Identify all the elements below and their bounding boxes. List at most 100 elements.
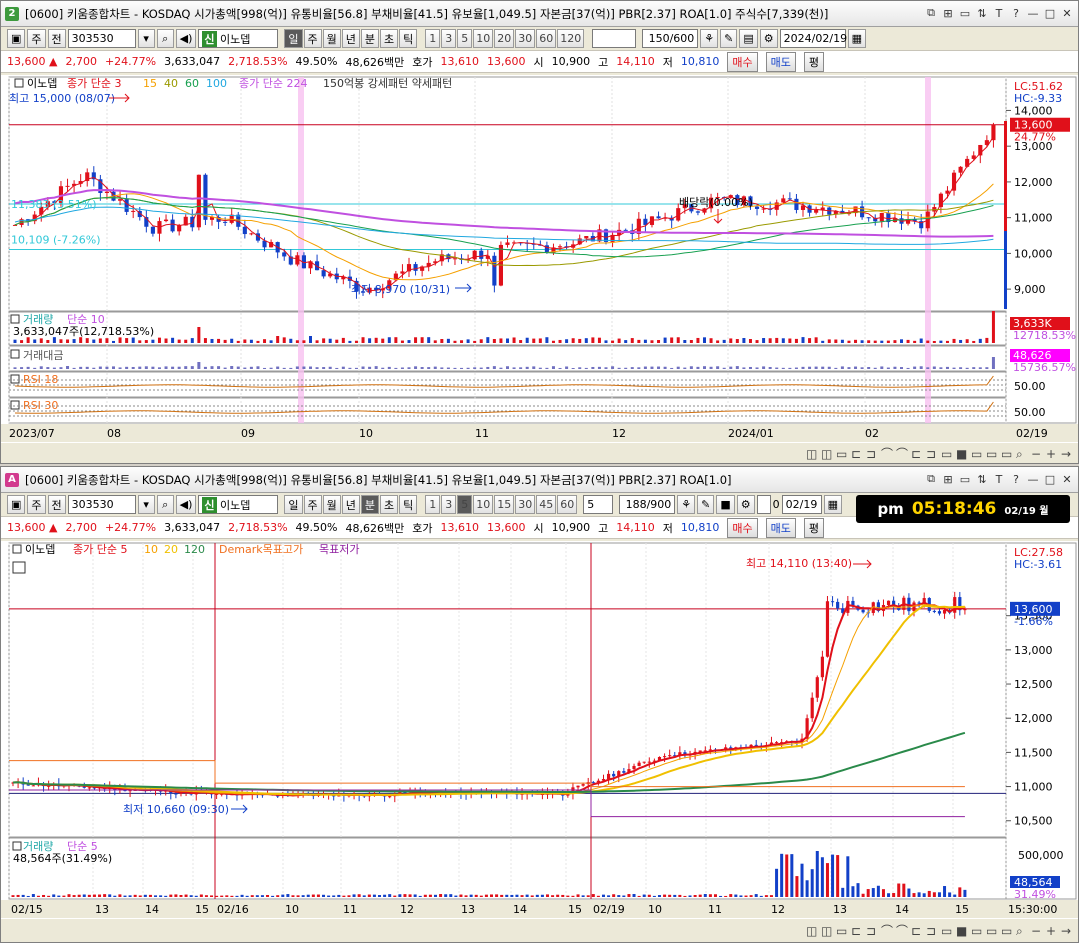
- interval-button-120[interactable]: 120: [557, 29, 585, 48]
- interval-button-3[interactable]: 3: [441, 495, 457, 514]
- text-icon[interactable]: T: [992, 5, 1006, 21]
- bar-count-input[interactable]: 188/900: [619, 495, 676, 514]
- volume-bar: [418, 895, 422, 897]
- period-tab-일[interactable]: 일: [284, 495, 303, 514]
- sound-icon[interactable]: ◀): [175, 495, 197, 514]
- volume-bar: [388, 894, 392, 897]
- amount-bar: [400, 367, 404, 369]
- interval-select[interactable]: 5: [583, 495, 614, 514]
- volume-bar: [291, 895, 295, 897]
- stock-name-field[interactable]: 신 이노뎁: [198, 495, 279, 514]
- code-dropdown-icon[interactable]: ▾: [137, 495, 155, 514]
- text-icon[interactable]: T: [992, 471, 1006, 487]
- help-icon[interactable]: ?: [1009, 471, 1023, 487]
- maximize-icon[interactable]: □: [1043, 471, 1057, 487]
- save-icon[interactable]: ▤: [739, 29, 758, 48]
- candle: [505, 242, 510, 245]
- all-toggle[interactable]: 전: [47, 495, 66, 514]
- interval-button-5[interactable]: 5: [457, 495, 473, 514]
- layout-icon[interactable]: ▣: [7, 495, 26, 514]
- stock-code-input[interactable]: 303530: [67, 495, 136, 514]
- period-main-select[interactable]: 주: [27, 29, 46, 48]
- interval-button-15[interactable]: 15: [494, 495, 515, 514]
- period-tab-주[interactable]: 주: [303, 495, 322, 514]
- period-main-select[interactable]: 주: [27, 495, 46, 514]
- period-tab-주[interactable]: 주: [303, 29, 322, 48]
- interval-button-10[interactable]: 10: [473, 29, 494, 48]
- search-icon[interactable]: ⌕: [156, 29, 174, 48]
- restore-icon[interactable]: ▭: [958, 5, 972, 21]
- buy-button[interactable]: 매수: [727, 51, 758, 72]
- interval-button-45[interactable]: 45: [536, 495, 557, 514]
- settings-icon[interactable]: ⚙: [759, 29, 778, 48]
- bar-count-input[interactable]: 150/600: [642, 29, 699, 48]
- period-tab-년[interactable]: 년: [341, 29, 360, 48]
- average-button[interactable]: 평: [803, 51, 824, 72]
- interval-button-1[interactable]: 1: [425, 495, 441, 514]
- pin-icon[interactable]: ⊞: [941, 5, 955, 21]
- option-checkbox[interactable]: [756, 495, 771, 514]
- amount-bar: [157, 367, 161, 369]
- volume-bar: [26, 337, 30, 343]
- indicator-icon[interactable]: ⚘: [677, 495, 696, 514]
- interval-button-60[interactable]: 60: [557, 495, 578, 514]
- stop-icon[interactable]: ■: [716, 495, 735, 514]
- average-button[interactable]: 평: [803, 517, 824, 538]
- amount-bar: [643, 366, 647, 369]
- volume-bar: [762, 338, 766, 343]
- stock-code-input[interactable]: 303530: [67, 29, 136, 48]
- popout-icon[interactable]: ⧉: [924, 471, 938, 487]
- pin-icon[interactable]: ⊞: [941, 471, 955, 487]
- period-tab-초[interactable]: 초: [380, 495, 399, 514]
- blank-select[interactable]: [592, 29, 637, 48]
- sort-icon[interactable]: ⇅: [975, 5, 989, 21]
- zoom-tool-icon: ⌒: [896, 924, 908, 938]
- all-toggle[interactable]: 전: [47, 29, 66, 48]
- calendar-icon[interactable]: ▦: [847, 29, 867, 48]
- interval-button-30[interactable]: 30: [515, 29, 536, 48]
- period-tab-틱[interactable]: 틱: [399, 495, 418, 514]
- close-icon[interactable]: ✕: [1060, 471, 1074, 487]
- minute-chart-area[interactable]: 13,50013,00012,50012,00011,50011,00010,5…: [1, 541, 1078, 942]
- period-tab-분[interactable]: 분: [360, 495, 380, 514]
- period-tab-월[interactable]: 월: [322, 495, 341, 514]
- sell-button[interactable]: 매도: [765, 517, 796, 538]
- interval-button-60[interactable]: 60: [536, 29, 557, 48]
- maximize-icon[interactable]: □: [1043, 5, 1057, 21]
- code-dropdown-icon[interactable]: ▾: [137, 29, 155, 48]
- popout-icon[interactable]: ⧉: [924, 5, 938, 21]
- sell-button[interactable]: 매도: [765, 51, 796, 72]
- interval-button-1[interactable]: 1: [425, 29, 441, 48]
- settings-icon[interactable]: ⚙: [736, 495, 755, 514]
- minimize-icon[interactable]: —: [1026, 471, 1040, 487]
- period-tab-분[interactable]: 분: [360, 29, 380, 48]
- stock-name-field[interactable]: 신 이노뎁: [198, 29, 279, 48]
- period-tab-일[interactable]: 일: [284, 29, 303, 48]
- volume-bar: [444, 894, 448, 897]
- date-input[interactable]: 2024/02/19: [779, 29, 847, 48]
- period-tab-년[interactable]: 년: [341, 495, 360, 514]
- period-tab-틱[interactable]: 틱: [399, 29, 418, 48]
- close-icon[interactable]: ✕: [1060, 5, 1074, 21]
- date-input[interactable]: 02/19: [781, 495, 822, 514]
- period-tab-월[interactable]: 월: [322, 29, 341, 48]
- interval-button-5[interactable]: 5: [457, 29, 473, 48]
- interval-button-10[interactable]: 10: [473, 495, 494, 514]
- interval-button-20[interactable]: 20: [494, 29, 515, 48]
- sort-icon[interactable]: ⇅: [975, 471, 989, 487]
- sound-icon[interactable]: ◀): [175, 29, 197, 48]
- interval-button-3[interactable]: 3: [441, 29, 457, 48]
- period-tab-초[interactable]: 초: [380, 29, 399, 48]
- layout-icon[interactable]: ▣: [7, 29, 26, 48]
- daily-chart-area[interactable]: 14,00013,00012,00011,00010,0009,000이노뎁 종가…: [1, 75, 1078, 463]
- help-icon[interactable]: ?: [1009, 5, 1023, 21]
- calendar-icon[interactable]: ▦: [823, 495, 843, 514]
- buy-button[interactable]: 매수: [727, 517, 758, 538]
- restore-icon[interactable]: ▭: [958, 471, 972, 487]
- interval-button-30[interactable]: 30: [515, 495, 536, 514]
- indicator-icon[interactable]: ⚘: [700, 29, 719, 48]
- drawing-icon[interactable]: ✎: [697, 495, 715, 514]
- drawing-icon[interactable]: ✎: [720, 29, 738, 48]
- minimize-icon[interactable]: —: [1026, 5, 1040, 21]
- search-icon[interactable]: ⌕: [156, 495, 174, 514]
